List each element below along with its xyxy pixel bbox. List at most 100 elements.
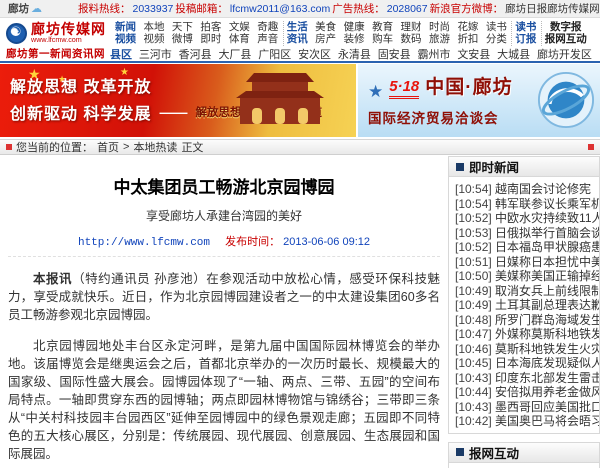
nav-link-top[interactable]: 奇趣 <box>257 21 278 34</box>
nav-link-bottom[interactable]: 即时 <box>200 33 221 46</box>
nav-link-bottom[interactable]: 折扣 <box>457 33 478 46</box>
news-item[interactable]: [10:52] 中欧水灾持续致11人遇难 <box>455 211 599 226</box>
news-item-link[interactable]: 安倍拟用养老金做风投 <box>495 385 599 399</box>
news-item-link[interactable]: 日俄拟举行首脑会谈 <box>495 226 599 240</box>
nav-link-top[interactable]: 理财 <box>401 21 422 34</box>
nav-link-top[interactable]: 天下 <box>172 21 193 34</box>
ad-hotline-number: 2028067 <box>387 3 428 15</box>
news-item[interactable]: [10:47] 外媒称莫斯科地铁发生火灾 <box>455 327 599 342</box>
news-item-link[interactable]: 美国奥巴马将会晤习近平 <box>495 414 599 428</box>
news-item[interactable]: [10:53] 日俄拟举行首脑会谈 <box>455 226 599 241</box>
main-content: 中太集团员工畅游北京园博园 享受廊坊人承建台湾园的美好 http://www.l… <box>0 155 600 468</box>
nav-link-top[interactable]: 生活 <box>287 21 308 34</box>
nav-link-bottom[interactable]: 视频 <box>115 33 136 46</box>
nav-link-bottom[interactable]: 体育 <box>229 33 250 46</box>
nav-link-top[interactable]: 本地 <box>143 21 164 34</box>
news-item-link[interactable]: 日本福岛甲状腺癌患者增加 <box>495 240 599 254</box>
news-item-link[interactable]: 土耳其副总理表达歉意有限 <box>495 298 599 312</box>
nav-link-top[interactable]: 数字报 <box>550 21 582 34</box>
nav-link-bottom[interactable]: 旅游 <box>429 33 450 46</box>
nav-link-bottom[interactable]: 资讯 <box>287 33 308 46</box>
news-item[interactable]: [10:44] 安倍拟用养老金做风投 <box>455 385 599 400</box>
banner-star-icon: ★ <box>368 85 383 99</box>
trade-fair-banner[interactable]: ★ 5·18 中国·廊坊 国际经济贸易洽谈会 <box>358 64 600 137</box>
nav-link-top[interactable]: 读书 <box>486 21 507 34</box>
nav-link-top[interactable]: 文娱 <box>229 21 250 34</box>
interaction-header: 报网互动 <box>449 443 599 463</box>
site-logo[interactable]: 廊坊传媒网 www.lfcmw.com <box>6 22 112 44</box>
county-link[interactable]: 廊坊开发区 <box>537 46 592 62</box>
news-item-link[interactable]: 外媒称莫斯科地铁发生火灾 <box>495 327 599 341</box>
emancipate-mind-banner[interactable]: ★ ★ ★ ★ 解放思想 改革开放 创新驱动 科学发展 —— 解放思想大讨论专题… <box>0 64 356 137</box>
nav-link-bottom[interactable]: 购车 <box>372 33 393 46</box>
county-link[interactable]: 安次区 <box>298 46 331 62</box>
nav-link-top[interactable]: 读书 <box>515 21 536 34</box>
county-link[interactable]: 香河县 <box>179 46 212 62</box>
news-item[interactable]: [10:43] 墨西哥回应美国批口岸混乱 <box>455 400 599 415</box>
nav-link-bottom[interactable]: 房产 <box>315 33 336 46</box>
news-item-link[interactable]: 韩军联参议长乘军机访华 <box>495 197 599 211</box>
county-link[interactable]: 永清县 <box>338 46 371 62</box>
county-link[interactable]: 三河市 <box>139 46 172 62</box>
news-item-link[interactable]: 所罗门群岛海域发生地震 <box>495 313 599 327</box>
news-item[interactable]: [10:46] 莫斯科地铁发生火灾 <box>455 342 599 357</box>
news-item-link[interactable]: 中欧水灾持续致11人遇难 <box>495 211 599 225</box>
news-item[interactable]: [10:42] 美国奥巴马将会晤习近平 <box>455 414 599 429</box>
nav-link-bottom[interactable]: 订报 <box>515 33 536 46</box>
nav-link-bottom[interactable]: 报网互动 <box>545 33 587 46</box>
county-link[interactable]: 广阳区 <box>258 46 291 62</box>
latest-news-list: [10:54] 越南国会讨论修宪 [10:54] 韩军联参议长乘军机访华 [10… <box>449 177 599 433</box>
news-item[interactable]: [10:49] 土耳其副总理表达歉意有限 <box>455 298 599 313</box>
nav-link-bottom[interactable]: 声音 <box>257 33 278 46</box>
county-link[interactable]: 文安县 <box>457 46 490 62</box>
news-timestamp: [10:49] <box>455 298 492 312</box>
nav-link-bottom[interactable]: 数码 <box>401 33 422 46</box>
news-timestamp: [10:46] <box>455 342 492 356</box>
news-item-link[interactable]: 美媒称美国正输掉经济战争 <box>495 269 599 283</box>
news-item-link[interactable]: 莫斯科地铁发生火灾 <box>495 342 599 356</box>
news-item[interactable]: [10:51] 日媒称日本担忧中美合作 <box>455 255 599 270</box>
nav-link-top[interactable]: 新闻 <box>115 21 136 34</box>
news-item-link[interactable]: 印度东北部发生雷击事件 <box>495 371 599 385</box>
source-url-link[interactable]: http://www.lfcmw.com <box>78 237 210 249</box>
nav-link-top[interactable]: 教育 <box>372 21 393 34</box>
news-item[interactable]: [10:54] 越南国会讨论修宪 <box>455 182 599 197</box>
weibo-account-link[interactable]: 廊坊日报廊坊传媒网 <box>505 1 600 16</box>
nav-link-top[interactable]: 健康 <box>344 21 365 34</box>
breadcrumb-section-link[interactable]: 本地热读 <box>133 139 177 155</box>
news-timestamp: [10:51] <box>455 255 492 269</box>
news-item[interactable]: [10:52] 日本福岛甲状腺癌患者增加 <box>455 240 599 255</box>
hotline-number: 2033937 <box>133 3 174 15</box>
news-item[interactable]: [10:45] 日本海底发现疑似人骨 <box>455 356 599 371</box>
county-link[interactable]: 固安县 <box>378 46 411 62</box>
weibo-label: 新浪官方微博： <box>430 1 504 16</box>
news-item-link[interactable]: 取消女兵上前线限制 <box>495 284 599 298</box>
breadcrumb-right-marker-icon <box>588 144 594 150</box>
breadcrumb-home-link[interactable]: 首页 <box>97 139 119 155</box>
news-item-link[interactable]: 越南国会讨论修宪 <box>495 182 591 196</box>
county-link[interactable]: 大厂县 <box>218 46 251 62</box>
nav-link-top[interactable]: 美食 <box>315 21 336 34</box>
bullet-icon <box>456 448 464 456</box>
county-link[interactable]: 霸州市 <box>418 46 451 62</box>
weather-cloud-icon: ☁ <box>31 2 42 15</box>
nav-link-top[interactable]: 花嫁 <box>457 21 478 34</box>
nav-link-bottom[interactable]: 分类 <box>486 33 507 46</box>
nav-link-top[interactable]: 拍客 <box>200 21 221 34</box>
nav-link-bottom[interactable]: 视频 <box>143 33 164 46</box>
news-item[interactable]: [10:48] 所罗门群岛海域发生地震 <box>455 313 599 328</box>
nav-link-bottom[interactable]: 装修 <box>344 33 365 46</box>
news-item-link[interactable]: 日本海底发现疑似人骨 <box>495 356 599 370</box>
logo-swirl-icon <box>6 23 27 44</box>
news-item[interactable]: [10:50] 美媒称美国正输掉经济战争 <box>455 269 599 284</box>
nav-link-top[interactable]: 时尚 <box>429 21 450 34</box>
nav-column: 本地 视频 <box>140 21 167 46</box>
county-nav-label[interactable]: 县区 <box>110 46 132 62</box>
news-item[interactable]: [10:43] 印度东北部发生雷击事件 <box>455 371 599 386</box>
news-item-link[interactable]: 日媒称日本担忧中美合作 <box>495 255 599 269</box>
county-link[interactable]: 大城县 <box>497 46 530 62</box>
news-item[interactable]: [10:49] 取消女兵上前线限制 <box>455 284 599 299</box>
nav-link-bottom[interactable]: 微博 <box>172 33 193 46</box>
news-item-link[interactable]: 墨西哥回应美国批口岸混乱 <box>495 400 599 414</box>
news-item[interactable]: [10:54] 韩军联参议长乘军机访华 <box>455 197 599 212</box>
